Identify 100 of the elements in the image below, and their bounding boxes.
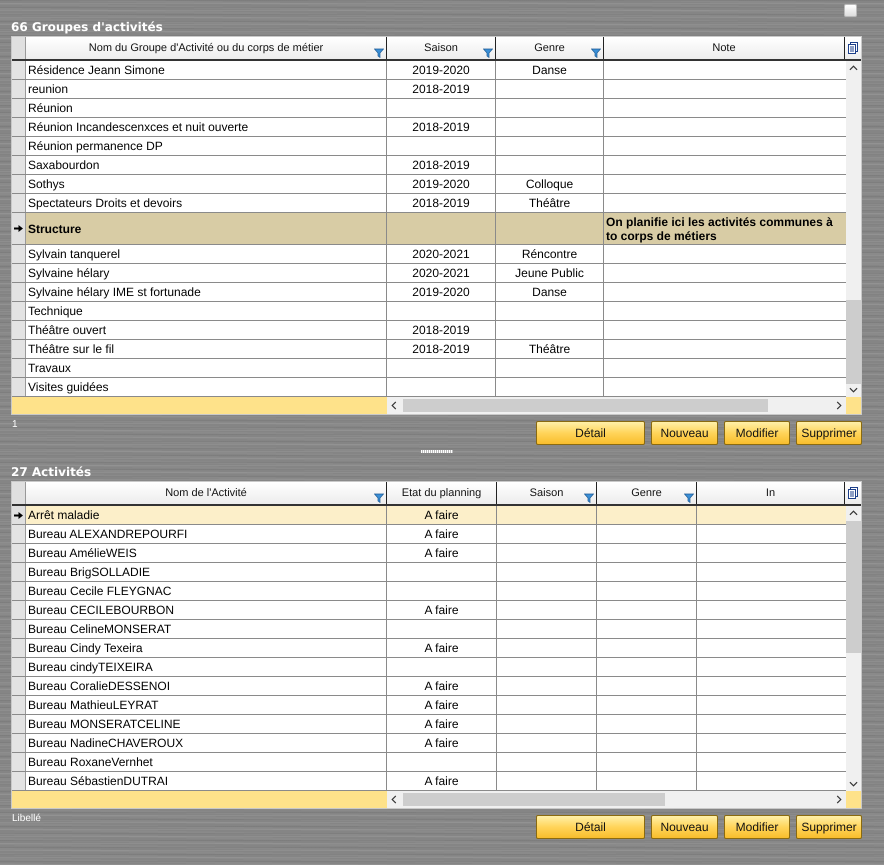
column-header[interactable]: In [697,482,845,504]
table-cell: A faire [387,601,497,619]
table-cell: Bureau ALEXANDREPOURFI [26,525,387,543]
column-header[interactable]: Nom de l'Activité [26,482,387,504]
column-header[interactable]: Etat du planning [387,482,497,504]
table-row[interactable]: Saxabourdon 2018-2019 [12,156,846,175]
table-row[interactable]: Sylvaine hélary 2020-2021 Jeune Public [12,264,846,283]
row-selector[interactable] [12,213,26,244]
action-button[interactable]: Modifier [724,421,790,445]
table-row[interactable]: Bureau MathieuLEYRAT A faire [12,696,846,715]
column-chooser-icon[interactable] [848,487,858,499]
table-row[interactable]: Bureau Cecile FLEYGNAC [12,582,846,601]
table-row[interactable]: Sylvaine hélary IME st fortunade 2019-2020 Danse [12,283,846,302]
table-row[interactable]: Technique [12,302,846,321]
table-row[interactable]: Bureau CoralieDESSENOI A faire [12,677,846,696]
table-cell: 2019-2020 [387,61,496,79]
table-cell: Travaux [26,359,387,377]
scrollbar-thumb[interactable] [403,399,768,412]
table-cell: 2018-2019 [387,321,496,339]
filter-icon[interactable] [684,493,694,503]
table-cell: A faire [387,772,497,790]
scroll-right-icon[interactable] [836,795,842,804]
footer-corner [846,791,861,808]
table-cell: A faire [387,677,497,695]
scrollbar-thumb[interactable] [846,300,861,384]
table-row[interactable]: Bureau MONSERATCELINE A faire [12,715,846,734]
table-cell: Sylvaine hélary IME st fortunade [26,283,387,301]
table-row[interactable]: Réunion permanence DP [12,137,846,156]
action-button[interactable]: Supprimer [796,421,862,445]
scroll-up-icon[interactable] [849,65,858,71]
table-cell-text: On planifie ici les activités communes à to corps de métiers [605,214,834,244]
table-row[interactable]: Bureau RoxaneVernhet [12,753,846,772]
column-header[interactable]: Note [604,37,845,59]
column-header[interactable]: Genre [597,482,697,504]
scroll-left-icon[interactable] [391,795,397,804]
filter-icon[interactable] [483,48,493,58]
table-row[interactable]: reunion 2018-2019 [12,80,846,99]
action-button[interactable]: Supprimer [796,815,862,839]
scroll-left-icon[interactable] [391,401,397,410]
table-row[interactable]: Structure On planifie ici les activités communes à to corps de métiers [12,213,846,245]
table-cell: Bureau MONSERATCELINE [26,715,387,733]
column-header[interactable]: Saison [497,482,597,504]
table-cell: Réunion Incandescenxces et nuit ouverte [26,118,387,136]
table-cell: Spectateurs Droits et devoirs [26,194,387,212]
row-selector[interactable] [12,506,26,524]
horizontal-scrollbar[interactable] [387,791,846,808]
table-row[interactable]: Théâtre ouvert 2018-2019 [12,321,846,340]
vertical-scrollbar[interactable] [846,506,861,791]
table-cell: Bureau NadineCHAVEROUX [26,734,387,752]
table-row[interactable]: Réunion Incandescenxces et nuit ouverte 2018-2019 [12,118,846,137]
table-cell: Théâtre sur le fil [26,340,387,358]
table-row[interactable]: Bureau NadineCHAVEROUX A faire [12,734,846,753]
table-row[interactable]: Résidence Jeann Simone 2019-2020 Danse [12,61,846,80]
filter-icon[interactable] [374,48,384,58]
table-row[interactable]: Arrêt maladie A faire [12,506,846,525]
table-cell: A faire [387,734,497,752]
filter-icon[interactable] [584,493,594,503]
splitter-handle[interactable] [420,450,452,453]
table-cell: 2019-2020 [387,283,496,301]
table-row[interactable]: Bureau CECILEBOURBON A faire [12,601,846,620]
scroll-down-icon[interactable] [849,387,858,393]
table-row[interactable]: Bureau Cindy Texeira A faire [12,639,846,658]
vertical-scrollbar[interactable] [846,61,861,397]
table-cell: Théâtre ouvert [26,321,387,339]
action-button[interactable]: Détail [536,815,645,839]
table-row[interactable]: Théâtre sur le fil 2018-2019 Théâtre [12,340,846,359]
column-header[interactable]: Nom du Groupe d'Activité ou du corps de métier [26,37,387,59]
table-row[interactable]: Sylvain tanquerel 2020-2021 Réncontre [12,245,846,264]
filter-icon[interactable] [591,48,601,58]
action-button[interactable]: Détail [536,421,645,445]
section-title: 66 Groupes d'activités [11,19,164,36]
scrollbar-thumb[interactable] [846,521,861,653]
header-corner [12,482,26,504]
column-chooser-icon[interactable] [848,42,858,54]
table-cell: Bureau CelineMONSERAT [26,620,387,638]
table-row[interactable]: Bureau CelineMONSERAT [12,620,846,639]
table-cell: Bureau CoralieDESSENOI [26,677,387,695]
filter-icon[interactable] [374,493,384,503]
table-cell: 2018-2019 [387,118,496,136]
scroll-up-icon[interactable] [849,510,858,516]
table-cell: A faire [387,544,497,562]
column-header[interactable]: Saison [387,37,496,59]
column-header[interactable]: Genre [496,37,604,59]
action-button[interactable]: Modifier [724,815,790,839]
horizontal-scrollbar[interactable] [387,397,846,414]
table-cell: Jeune Public [496,264,604,282]
checkbox[interactable] [844,4,857,17]
table-row[interactable]: Bureau cindyTEIXEIRA [12,658,846,677]
action-button[interactable]: Nouveau [651,815,718,839]
table-row[interactable]: Sothys 2019-2020 Colloque [12,175,846,194]
table-row[interactable]: Bureau AmélieWEIS A faire [12,544,846,563]
scrollbar-thumb[interactable] [403,793,665,806]
scroll-down-icon[interactable] [849,781,858,787]
scroll-right-icon[interactable] [836,401,842,410]
table-row[interactable]: Travaux [12,359,846,378]
table-cell: A faire [387,639,497,657]
table-row[interactable]: Bureau ALEXANDREPOURFI A faire [12,525,846,544]
table-row[interactable]: Réunion [12,99,846,118]
table-row[interactable]: Bureau BrigSOLLADIE [12,563,846,582]
action-button[interactable]: Nouveau [651,421,718,445]
